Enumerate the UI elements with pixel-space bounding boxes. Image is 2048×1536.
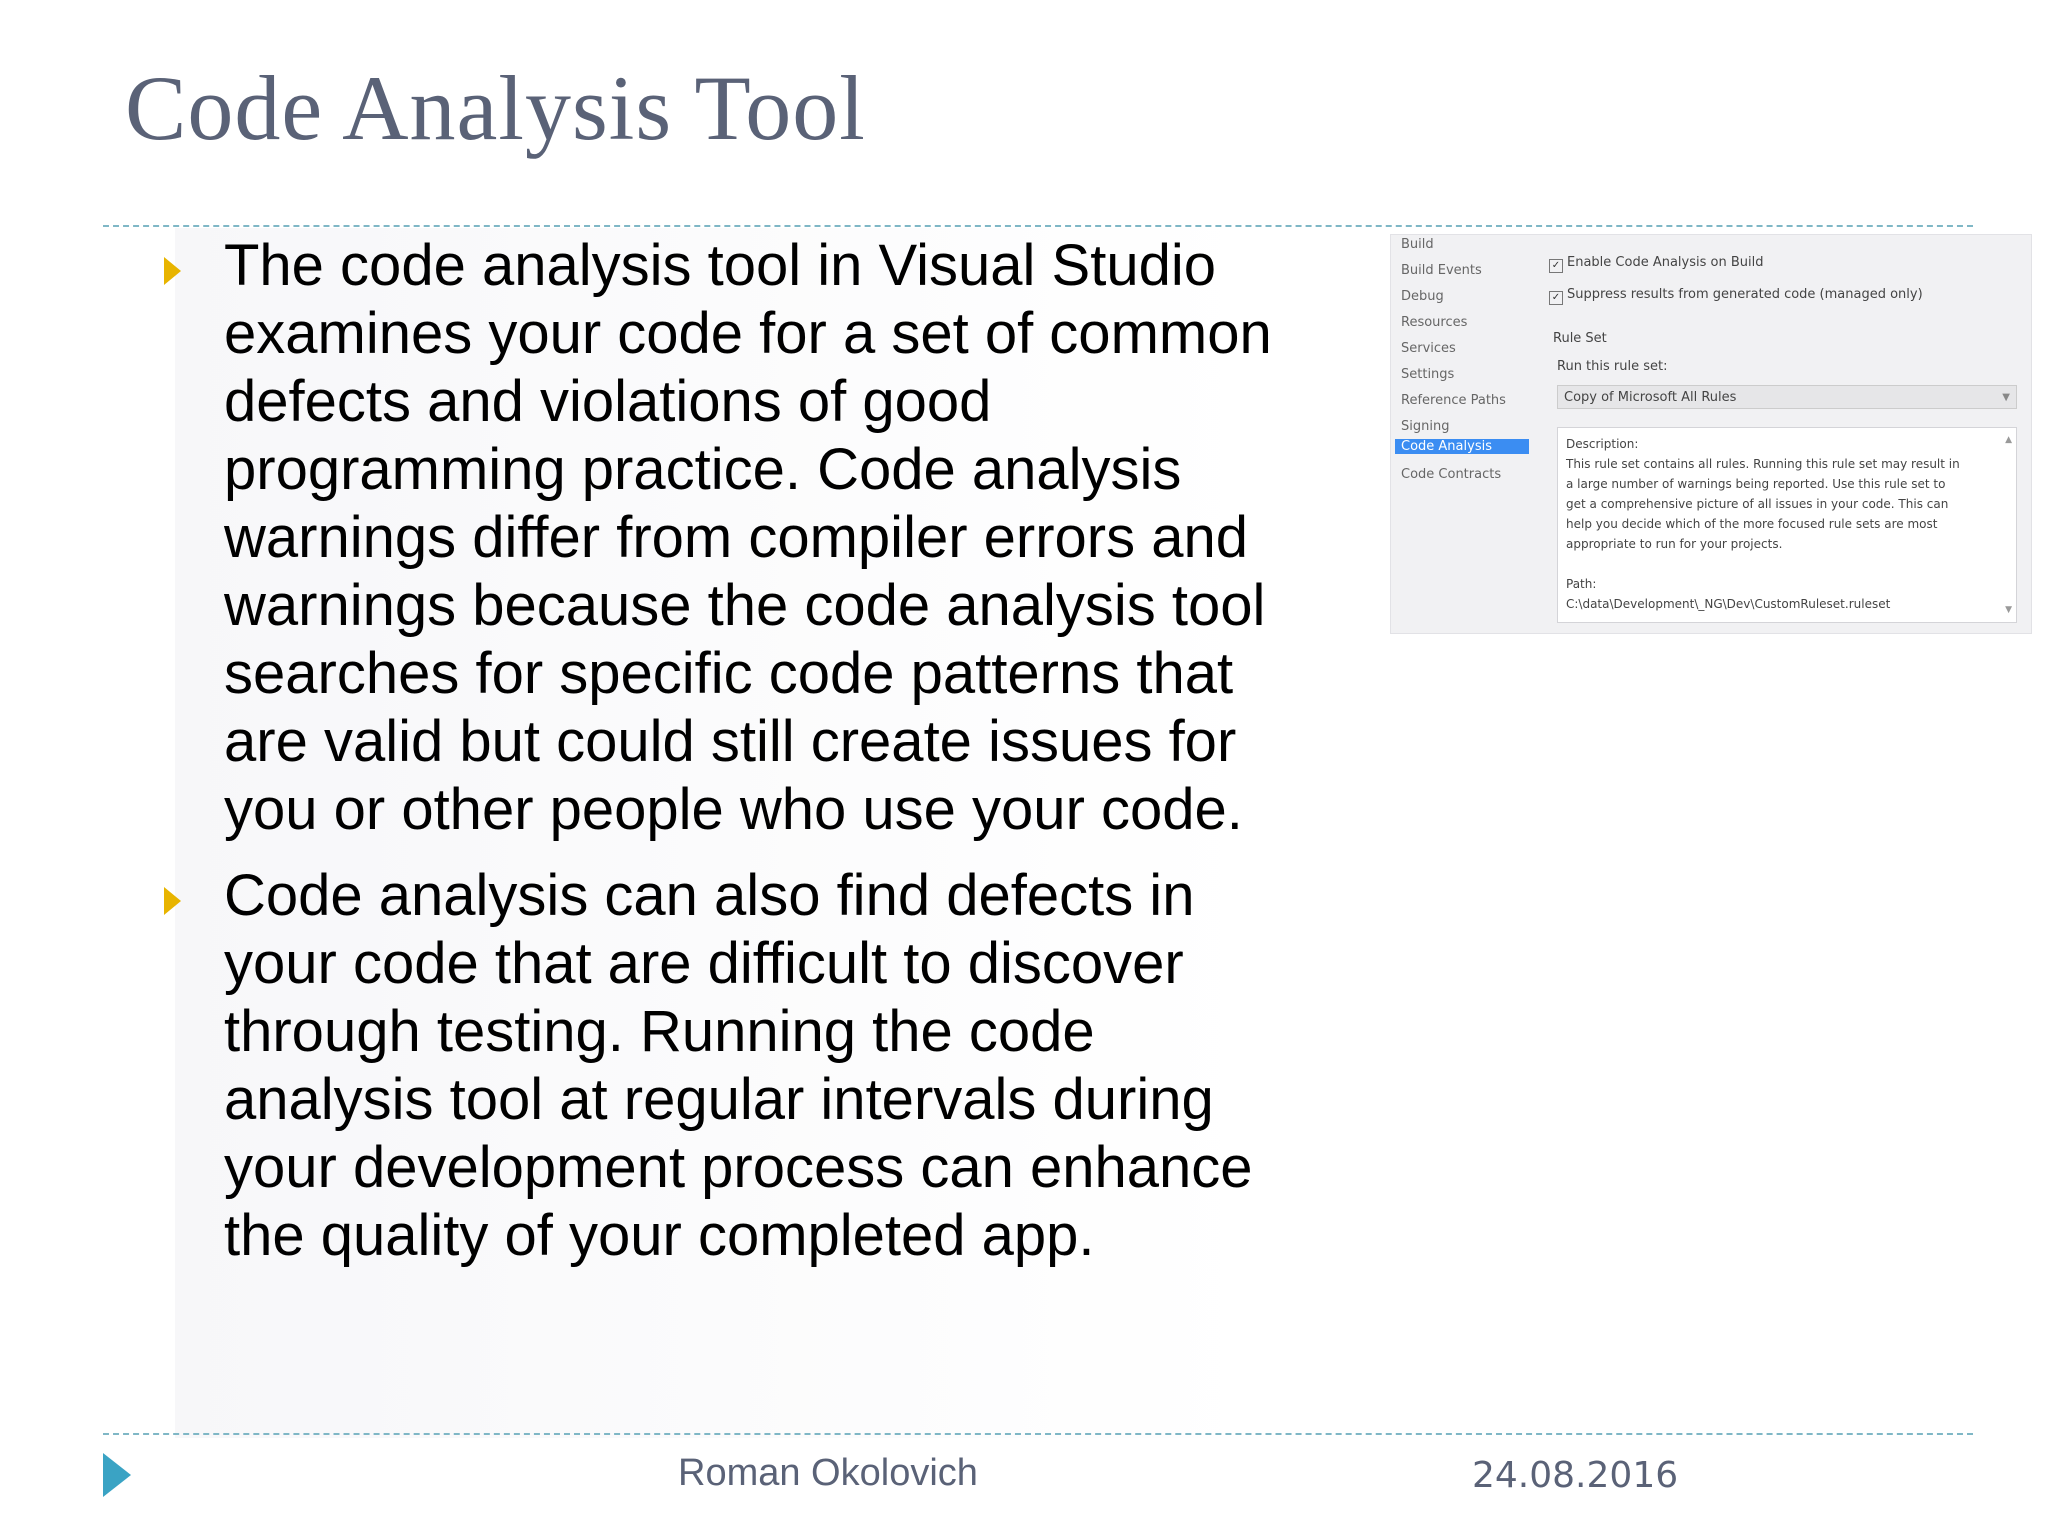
bullet-item: Code analysis can also find defects in y…	[160, 862, 1390, 1270]
nav-item-services: Services	[1401, 341, 1456, 356]
bullet-line: are valid but could still create issues …	[224, 709, 1237, 774]
suppress-generated-code-checkbox: ✓ Suppress results from generated code (m…	[1549, 287, 1923, 305]
slide-title: Code Analysis Tool	[125, 57, 866, 159]
bullet-line: analysis tool at regular intervals durin…	[224, 1067, 1214, 1132]
description-spacer	[1566, 554, 2008, 574]
description-line: This rule set contains all rules. Runnin…	[1566, 457, 1960, 471]
nav-item-signing: Signing	[1401, 419, 1450, 434]
description-label: Description:	[1566, 437, 1639, 451]
bullet-line: your development process can enhance	[224, 1135, 1253, 1200]
bullet-arrow-icon	[164, 257, 181, 285]
code-analysis-settings-screenshot: Build Build Events Debug Resources Servi…	[1390, 234, 2032, 634]
path-label: Path:	[1566, 577, 1597, 591]
rule-set-value: Copy of Microsoft All Rules	[1564, 390, 1737, 405]
nav-item-reference-paths: Reference Paths	[1401, 393, 1506, 408]
bullet-line: searches for specific code patterns that	[224, 641, 1234, 706]
bullet-line: through testing. Running the code	[224, 999, 1095, 1064]
scroll-up-icon: ▲	[2005, 435, 2012, 445]
code-analysis-pane: ✓ Enable Code Analysis on Build ✓ Suppress…	[1549, 235, 2031, 633]
checkbox-label: Suppress results from generated code (ma…	[1567, 287, 1923, 302]
description-line: help you decide which of the more focuse…	[1566, 517, 1938, 531]
bullet-line: examines your code for a set of common	[224, 301, 1272, 366]
nav-item-code-contracts: Code Contracts	[1401, 467, 1502, 482]
rule-set-description-box: Description: This rule set contains all …	[1557, 427, 2017, 623]
project-properties-nav: Build Build Events Debug Resources Servi…	[1391, 235, 1541, 633]
bullet-item: The code analysis tool in Visual Studio …	[160, 232, 1390, 844]
nav-item-settings: Settings	[1401, 367, 1455, 382]
bullet-line: your code that are difficult to discover	[224, 931, 1184, 996]
slide: Code Analysis Tool The code analysis too…	[0, 0, 2048, 1536]
footer-arrow-icon	[103, 1453, 131, 1497]
title-divider	[103, 225, 1973, 227]
chevron-down-icon: ▼	[2002, 392, 2010, 403]
nav-item-build-events: Build Events	[1401, 263, 1482, 278]
bullet-line: defects and violations of good	[224, 369, 992, 434]
bullet-line: warnings because the code analysis tool	[224, 573, 1266, 638]
bullet-text: Code analysis can also find defects in y…	[224, 862, 1390, 1270]
description-line: a large number of warnings being reporte…	[1566, 477, 1946, 491]
description-line: get a comprehensive picture of all issue…	[1566, 497, 1949, 511]
scroll-down-icon: ▼	[2005, 605, 2012, 615]
bullet-line: warnings differ from compiler errors and	[224, 505, 1248, 570]
bullet-list: The code analysis tool in Visual Studio …	[160, 232, 1390, 1288]
bullet-line: you or other people who use your code.	[224, 777, 1243, 842]
nav-item-build: Build	[1401, 237, 1434, 252]
rule-set-select: Copy of Microsoft All Rules ▼	[1557, 385, 2017, 409]
description-line: appropriate to run for your projects.	[1566, 537, 1783, 551]
nav-item-debug: Debug	[1401, 289, 1444, 304]
footer-date: 24.08.2016	[1472, 1455, 1679, 1496]
nav-item-resources: Resources	[1401, 315, 1468, 330]
checkbox-label: Enable Code Analysis on Build	[1567, 255, 1764, 270]
bullet-arrow-icon	[164, 887, 181, 915]
rule-set-heading: Rule Set	[1553, 331, 1607, 346]
bullet-line: programming practice. Code analysis	[224, 437, 1182, 502]
bullet-line: Code analysis can also find defects in	[224, 863, 1195, 928]
checkbox-checked-icon: ✓	[1549, 259, 1563, 273]
checkbox-checked-icon: ✓	[1549, 291, 1563, 305]
footer-divider	[103, 1433, 1973, 1435]
bullet-line: the quality of your completed app.	[224, 1203, 1095, 1268]
run-rule-set-label: Run this rule set:	[1557, 359, 1668, 374]
enable-code-analysis-checkbox: ✓ Enable Code Analysis on Build	[1549, 255, 1763, 273]
footer-author: Roman Okolovich	[678, 1452, 978, 1494]
bullet-line: The code analysis tool in Visual Studio	[224, 233, 1216, 298]
bullet-text: The code analysis tool in Visual Studio …	[224, 232, 1390, 844]
nav-item-code-analysis: Code Analysis	[1395, 439, 1529, 454]
path-value: C:\data\Development\_NG\Dev\CustomRulese…	[1566, 597, 1891, 611]
